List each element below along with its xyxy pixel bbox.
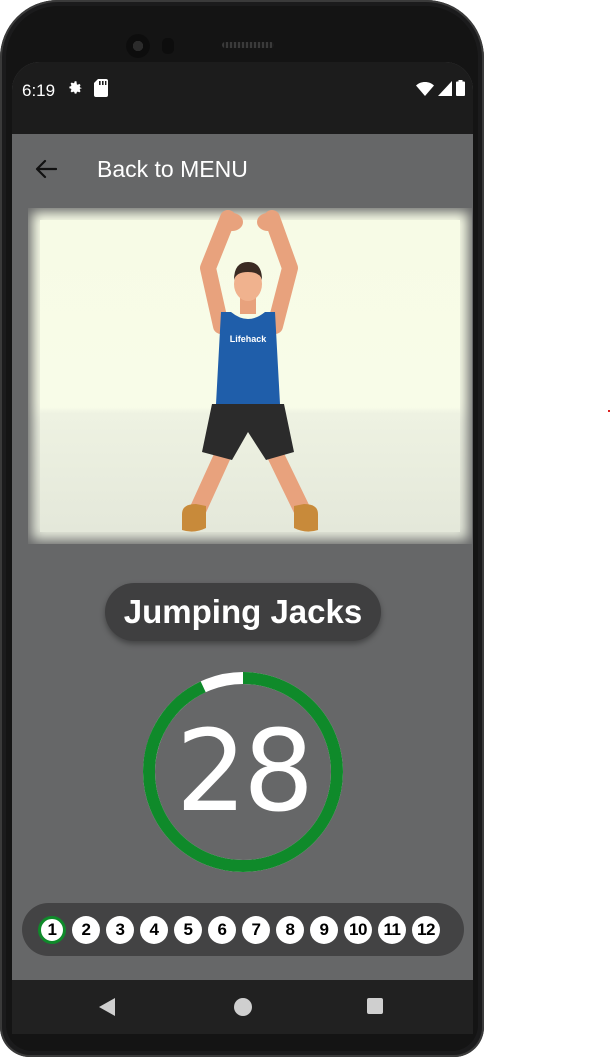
step-10[interactable]: 10 xyxy=(344,915,372,944)
step-8[interactable]: 8 xyxy=(276,915,304,944)
cell-signal-icon xyxy=(438,80,452,96)
recents-square-icon[interactable] xyxy=(367,998,383,1014)
step-4[interactable]: 4 xyxy=(140,915,168,944)
step-9[interactable]: 9 xyxy=(310,915,338,944)
home-circle-icon[interactable] xyxy=(234,998,252,1016)
app-title: Back to MENU xyxy=(97,156,248,182)
system-nav-bar xyxy=(12,980,473,1034)
status-bar: 6:19 xyxy=(12,62,473,134)
step-3[interactable]: 3 xyxy=(106,915,134,944)
status-icons xyxy=(416,80,465,96)
exercise-step-indicator: 1 2 3 4 5 6 7 8 9 10 11 12 xyxy=(22,903,464,956)
gear-icon xyxy=(66,79,84,102)
earpiece-speaker xyxy=(222,42,274,48)
exercise-illustration: Lifehack xyxy=(32,210,468,540)
step-1[interactable]: 1 xyxy=(38,915,66,944)
exercise-name-pill: Jumping Jacks xyxy=(105,583,381,641)
shirt-logo-text: Lifehack xyxy=(230,334,268,344)
countdown-timer: 28 xyxy=(142,671,344,873)
step-12[interactable]: 12 xyxy=(412,915,440,944)
wifi-icon xyxy=(416,81,434,96)
sensor xyxy=(162,38,174,54)
step-7[interactable]: 7 xyxy=(242,915,270,944)
status-time: 6:19 xyxy=(22,81,56,100)
back-triangle-icon[interactable] xyxy=(98,997,116,1017)
front-camera xyxy=(126,34,150,58)
battery-icon xyxy=(456,80,465,96)
exercise-name: Jumping Jacks xyxy=(123,593,363,630)
arrow-left-icon xyxy=(35,159,57,179)
stray-marker xyxy=(608,410,610,412)
timer-value: 28 xyxy=(175,707,315,837)
phone-frame: 6:19 Back to MENU Lifehack Jumping Jacks… xyxy=(0,0,484,1057)
screen: 6:19 Back to MENU Lifehack Jumping Jacks… xyxy=(12,62,473,1034)
back-button[interactable] xyxy=(28,151,64,187)
step-6[interactable]: 6 xyxy=(208,915,236,944)
step-11[interactable]: 11 xyxy=(378,915,406,944)
app-bar: Back to MENU xyxy=(12,134,473,202)
step-5[interactable]: 5 xyxy=(174,915,202,944)
sd-card-icon xyxy=(94,79,108,102)
step-2[interactable]: 2 xyxy=(72,915,100,944)
